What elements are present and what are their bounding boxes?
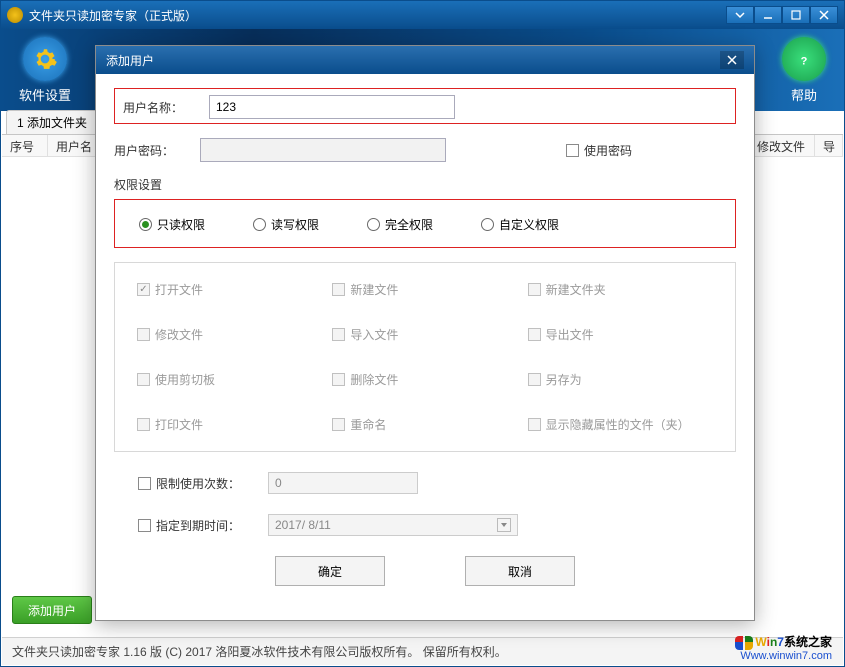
permission-radio-group: 只读权限 读写权限 完全权限 自定义权限 [114,199,736,248]
username-label: 用户名称： [123,99,209,116]
titlebar: 文件夹只读加密专家（正式版） [1,1,844,29]
add-user-dialog: 添加用户 用户名称： 用户密码： 使用密码 权限设置 只 [95,45,755,621]
help-label: 帮助 [791,85,817,104]
checkbox-icon [528,283,541,296]
status-text: 文件夹只读加密专家 1.16 版 (C) 2017 洛阳夏冰软件技术有限公司版权… [12,643,507,660]
gear-icon [23,37,67,81]
calendar-dropdown-icon [497,518,511,532]
limit-count-checkbox[interactable] [138,477,151,490]
window-buttons [726,6,838,24]
perm-rename: 重命名 [332,416,517,433]
permission-grid: 打开文件 新建文件 新建文件夹 修改文件 导入文件 导出文件 使用剪切板 删除文… [114,262,736,452]
dialog-titlebar: 添加用户 [96,46,754,74]
expire-date-input: 2017/ 8/11 [268,514,518,536]
perm-show-hidden: 显示隐藏属性的文件（夹） [528,416,713,433]
radio-dot-icon [253,218,266,231]
perm-delete-file: 删除文件 [332,371,517,388]
dialog-footer: 确定 取消 [114,556,736,586]
radio-readonly[interactable]: 只读权限 [139,216,205,233]
checkbox-icon [137,418,150,431]
radio-full[interactable]: 完全权限 [367,216,433,233]
checkbox-icon [137,373,150,386]
checkbox-icon [332,283,345,296]
limit-count-row: 限制使用次数： [114,472,736,494]
settings-label: 软件设置 [19,85,71,104]
permission-title: 权限设置 [114,176,736,193]
add-user-button[interactable]: 添加用户 [12,596,92,624]
dialog-title: 添加用户 [106,52,720,69]
tab-add-folder[interactable]: 1 添加文件夹 [6,110,98,134]
checkbox-icon [528,373,541,386]
statusbar: 文件夹只读加密专家 1.16 版 (C) 2017 洛阳夏冰软件技术有限公司版权… [2,637,843,665]
checkbox-icon [332,373,345,386]
brand-line1: Win7Win7系统之家系统之家 [735,636,832,650]
limit-count-label: 限制使用次数： [156,475,240,492]
dialog-body: 用户名称： 用户密码： 使用密码 权限设置 只读权限 读写权限 完全权限 自定义… [96,74,754,590]
help-icon: ? [782,37,826,81]
col-seq: 序号 [2,135,48,156]
password-row: 用户密码： 使用密码 [114,138,736,162]
checkbox-icon [137,283,150,296]
username-input[interactable] [209,95,455,119]
perm-new-file: 新建文件 [332,281,517,298]
expire-checkbox[interactable] [138,519,151,532]
perm-new-folder: 新建文件夹 [528,281,713,298]
perm-import-file: 导入文件 [332,326,517,343]
app-title: 文件夹只读加密专家（正式版） [29,7,726,24]
minimize-button[interactable] [754,6,782,24]
checkbox-icon [137,328,150,341]
col-export: 导 [815,135,843,156]
checkbox-icon [528,328,541,341]
brand-line2: Www.winwin7.com [735,650,832,662]
svg-text:?: ? [801,56,808,68]
use-password-label: 使用密码 [584,142,632,159]
col-modify: 修改文件 [749,135,815,156]
permission-fieldset: 权限设置 只读权限 读写权限 完全权限 自定义权限 打开文件 新建文件 新建文件… [114,176,736,452]
ok-button[interactable]: 确定 [275,556,385,586]
perm-save-as: 另存为 [528,371,713,388]
close-button[interactable] [810,6,838,24]
maximize-button[interactable] [782,6,810,24]
brand-watermark: Win7Win7系统之家系统之家 Www.winwin7.com [735,636,832,662]
help-button[interactable]: ? 帮助 [782,37,826,107]
perm-clipboard: 使用剪切板 [137,371,322,388]
checkbox-icon [528,418,541,431]
radio-custom[interactable]: 自定义权限 [481,216,559,233]
radio-dot-icon [367,218,380,231]
username-row: 用户名称： [114,88,736,124]
main-window: 文件夹只读加密专家（正式版） 软件设置 ? 帮助 1 添加文件夹 序号 用户 [0,0,845,667]
dialog-close-button[interactable] [720,51,744,69]
use-password-checkbox[interactable] [566,144,579,157]
app-icon [7,7,23,23]
expire-row: 指定到期时间： 2017/ 8/11 [114,514,736,536]
dropdown-button[interactable] [726,6,754,24]
perm-export-file: 导出文件 [528,326,713,343]
perm-print-file: 打印文件 [137,416,322,433]
checkbox-icon [332,328,345,341]
expire-label: 指定到期时间： [156,517,240,534]
settings-button[interactable]: 软件设置 [19,37,71,107]
checkbox-icon [332,418,345,431]
radio-dot-icon [481,218,494,231]
perm-modify-file: 修改文件 [137,326,322,343]
perm-open-file: 打开文件 [137,281,322,298]
password-input [200,138,446,162]
radio-readwrite[interactable]: 读写权限 [253,216,319,233]
password-label: 用户密码： [114,142,200,159]
cancel-button[interactable]: 取消 [465,556,575,586]
radio-dot-icon [139,218,152,231]
limit-count-input [268,472,418,494]
